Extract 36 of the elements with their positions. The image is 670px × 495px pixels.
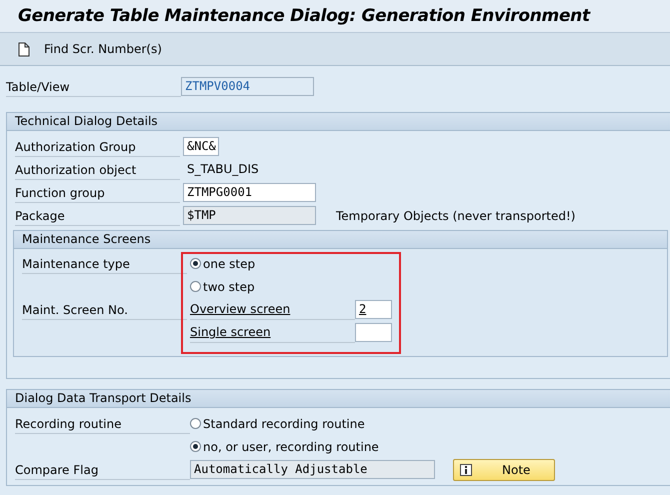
field-label: Maintenance type — [22, 254, 187, 274]
window-title: Generate Table Maintenance Dialog: Generation Environment — [0, 0, 670, 33]
section-header: Technical Dialog Details — [7, 113, 670, 131]
input-field[interactable]: Automatically Adjustable — [190, 460, 435, 479]
radio-circle-icon[interactable] — [190, 418, 201, 429]
field-value: S_TABU_DIS — [186, 161, 260, 178]
radio-circle-icon[interactable] — [190, 281, 201, 292]
table-view-field[interactable]: ZTMPV0004 — [181, 77, 314, 96]
radio-button[interactable]: one step — [190, 256, 256, 270]
field-label: Authorization object — [15, 160, 180, 180]
radio-button[interactable]: two step — [190, 280, 255, 294]
note-button[interactable]: Note — [453, 458, 555, 480]
section-header: Maintenance Screens — [14, 231, 667, 249]
field-label: Table/View — [6, 76, 181, 96]
input-field[interactable]: $TMP — [183, 206, 316, 225]
field-label: Authorization Group — [15, 136, 180, 156]
field-label: Recording routine — [15, 414, 190, 434]
radio-circle-icon[interactable] — [190, 258, 201, 269]
input-field[interactable]: ZTMPG0001 — [183, 183, 316, 202]
link[interactable]: Overview screen — [190, 299, 355, 320]
info-icon — [460, 464, 472, 476]
section-header: Dialog Data Transport Details — [7, 390, 670, 408]
input-field[interactable]: 2 — [355, 300, 392, 319]
radio-button[interactable]: no, or user, recording routine — [190, 440, 379, 454]
field-label: Maint. Screen No. — [22, 300, 187, 320]
field-label: Compare Flag — [15, 460, 190, 480]
document-icon — [18, 42, 30, 56]
radio-circle-icon[interactable] — [190, 441, 201, 452]
link[interactable]: Single screen — [190, 322, 355, 343]
description-text: Temporary Objects (never transported!) — [336, 208, 576, 222]
input-field[interactable] — [355, 323, 392, 342]
field-label: Function group — [15, 182, 180, 202]
input-field[interactable]: &NC& — [183, 137, 219, 156]
radio-button[interactable]: Standard recording routine — [190, 416, 365, 430]
field-label: Package — [15, 206, 180, 226]
toolbar-button[interactable]: Find Scr. Number(s) — [14, 40, 166, 58]
